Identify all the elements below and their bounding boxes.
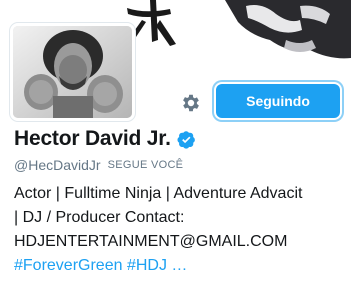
bio-hashtag-line: #ForeverGreen #HDJ … xyxy=(14,254,346,278)
hashtag-link[interactable]: #ForeverGreen xyxy=(14,257,123,274)
verified-badge-icon xyxy=(177,130,196,149)
profile-photo xyxy=(13,26,132,118)
profile-name-row: Hector David Jr. xyxy=(14,124,196,154)
display-name: Hector David Jr. xyxy=(14,127,171,150)
handle-row: @HecDavidJr SEGUE VOCÊ xyxy=(14,156,183,174)
settings-button[interactable] xyxy=(179,91,203,115)
follows-you-badge: SEGUE VOCÊ xyxy=(107,159,184,171)
bio-line: | DJ / Producer Contact: xyxy=(14,209,185,226)
profile-handle[interactable]: @HecDavidJr xyxy=(14,157,101,173)
profile-bio: Actor | Fulltime Ninja | Adventure Advac… xyxy=(14,182,346,278)
following-button[interactable]: Seguindo xyxy=(216,84,340,118)
gear-icon xyxy=(183,94,199,112)
hashtag-link[interactable]: #HDJ xyxy=(127,257,167,274)
bio-ellipsis: … xyxy=(171,257,188,274)
bio-line: HDJENTERTAINMENT@GMAIL.COM xyxy=(14,233,288,250)
bio-line: Actor | Fulltime Ninja | Adventure Advac… xyxy=(14,185,303,202)
avatar[interactable] xyxy=(10,23,135,121)
